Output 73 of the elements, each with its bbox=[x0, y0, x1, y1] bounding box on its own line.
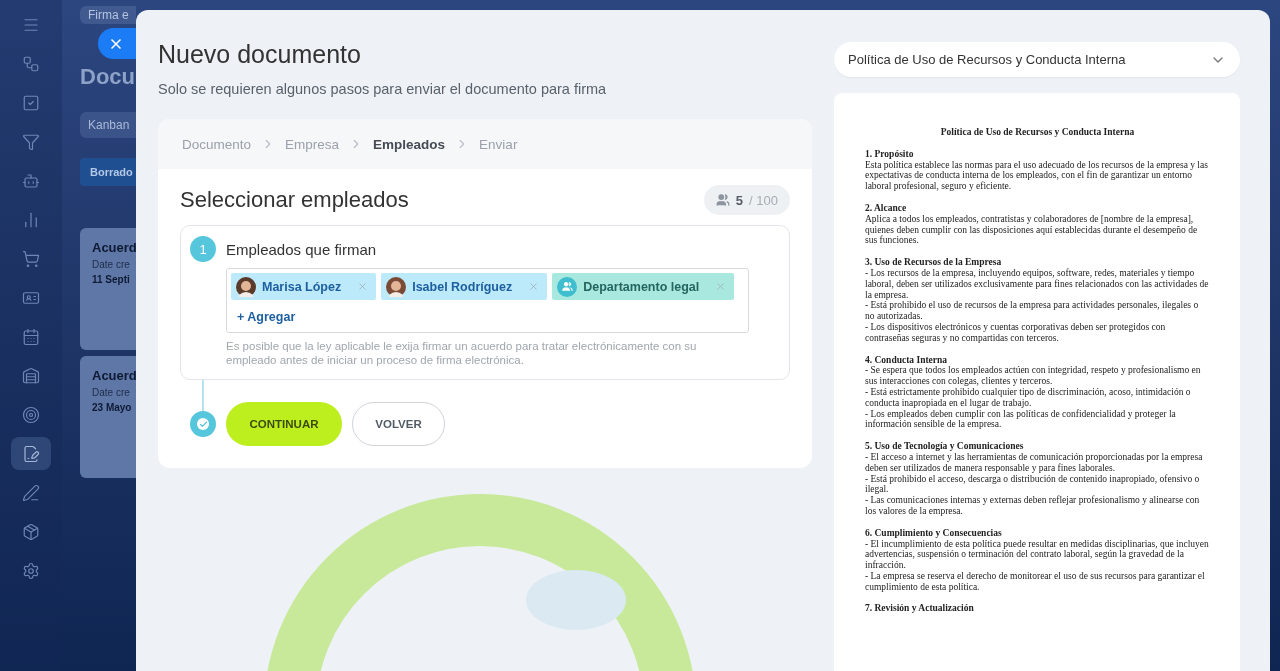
document-paragraph: - El acceso a internet y las herramientas de comunicación proporcionadas por la empresa deben ser utilizados de manera responsable y para fines laborales. bbox=[865, 451, 1204, 474]
signers-field[interactable]: Marisa López Isabel Rodríguez Departamento legal + Agregar bbox=[226, 268, 749, 333]
step-title: Empleados que firman bbox=[226, 241, 378, 258]
document-paragraph: - El incumplimiento de esta política puede resultar en medidas disciplinarias, que incluyen advertencias, suspensión o terminación del contrato laboral, según la gravedad de la infracción. bbox=[865, 538, 1210, 571]
breadcrumb-step[interactable]: Empleados bbox=[373, 136, 446, 152]
people-icon bbox=[715, 193, 730, 207]
search-field[interactable]: Firma e bbox=[80, 6, 136, 24]
document-paragraph: - Los dispositivos electrónicos y cuentas corporativas deben ser protegidos con contraseñas seguras y no compartidas con terceros. bbox=[865, 321, 1167, 344]
section-heading: 2. Alcance bbox=[865, 203, 908, 214]
document-title: Política de Uso de Recursos y Conducta Interna bbox=[939, 127, 1136, 138]
card-date: 11 Septi bbox=[92, 274, 131, 285]
document-paragraph: - Está prohibido el uso de recursos de la empresa para actividades personales, ilegales o no autorizadas. bbox=[865, 300, 1200, 322]
back-button[interactable]: VOLVER bbox=[352, 402, 445, 446]
signer-tag[interactable]: Departamento legal bbox=[552, 273, 735, 300]
section-heading: 5. Uso de Tecnología y Comunicaciones bbox=[865, 441, 1025, 452]
signer-name: Isabel Rodríguez bbox=[412, 279, 513, 294]
section-heading: 4. Conducta Interna bbox=[865, 354, 949, 366]
continue-button[interactable]: CONTINUAR bbox=[226, 402, 342, 446]
group-icon bbox=[557, 276, 578, 297]
warehouse-icon bbox=[22, 366, 40, 385]
document-paragraph: Aplica a todos los empleados, contratistas y colaboradores de [nombre de la empresa], quienes deben cumplir con las disposiciones aquí establecidas durante el desempeño de sus funciones. bbox=[865, 213, 1199, 247]
document-paragraph: Esta política establece las normas para el uso adecuado de los recursos de la empresa y las expectativas de conducta interna de los empleados, con el fin de garantizar un entorno laboral profesional, seguro y eficiente. bbox=[865, 159, 1209, 192]
page-title: Docu bbox=[80, 64, 136, 90]
panel-title: Nuevo documento bbox=[158, 40, 362, 69]
view-tab[interactable]: Kanban bbox=[80, 112, 136, 138]
document-paragraph: - Las comunicaciones internas y externas deben reflejar profesionalismo y alinearse con los valores de la empresa. bbox=[865, 495, 1201, 517]
nodes-icon bbox=[22, 54, 40, 73]
box-icon bbox=[22, 522, 40, 541]
step-number: 1 bbox=[190, 236, 216, 262]
card-label: Date cre bbox=[92, 387, 131, 398]
card-title: Acuerd bbox=[92, 240, 136, 255]
close-button[interactable] bbox=[98, 28, 136, 59]
kanban-card[interactable]: Acuerd Date cre 11 Septi bbox=[80, 228, 136, 350]
signer-tag[interactable]: Isabel Rodríguez bbox=[381, 273, 548, 300]
cart-icon bbox=[22, 249, 40, 268]
card-title: Acuerd bbox=[92, 368, 136, 383]
checkbox-icon bbox=[22, 93, 40, 112]
signer-name: Departamento legal bbox=[583, 279, 700, 294]
add-link[interactable]: + Agregar bbox=[231, 310, 744, 324]
avatar-icon bbox=[386, 276, 407, 297]
pencil-icon bbox=[22, 483, 40, 502]
target-icon bbox=[22, 405, 40, 424]
document-paragraph: - La empresa se reserva el derecho de monitorear el uso de sus recursos para garantizar el cumplimiento de esta política. bbox=[865, 570, 1206, 593]
count-limit: / 100 bbox=[749, 192, 778, 208]
check-circle-icon bbox=[190, 411, 216, 437]
panel-subtitle: Solo se requieren algunos pasos para enviar el documento para firma bbox=[158, 81, 608, 97]
signer-name: Marisa López bbox=[262, 279, 342, 294]
section-heading: 1. Propósito bbox=[865, 148, 915, 160]
avatar-icon bbox=[236, 276, 256, 297]
section-heading: 6. Cumplimiento y Consecuencias bbox=[865, 527, 1003, 539]
document-paragraph: - Está estrictamente prohibido cualquier tipo de discriminación, acoso, intimidación o conducta inapropiada en el lugar de trabajo. bbox=[865, 386, 1192, 409]
section-heading: 7. Revisión y Actualización bbox=[865, 603, 975, 615]
card-date: 23 Mayo bbox=[92, 402, 133, 413]
filter-icon bbox=[22, 132, 40, 151]
hint-text: Es posible que la ley aplicable le exija firmar un acuerdo para tratar electrónicamente con su empleado antes de iniciar un proceso de firma electrónica. bbox=[226, 339, 698, 367]
bar-chart-icon bbox=[22, 210, 40, 229]
document-paragraph: - Los recursos de la empresa, incluyendo equipos, software, redes, materiales y tiempo laboral, deben ser utilizados exclusivamente para fines relacionados con las actividades de la empresa. bbox=[865, 267, 1210, 301]
settings-icon bbox=[22, 561, 40, 580]
robot-icon bbox=[22, 171, 40, 190]
document-paragraph: - Está prohibido el acceso, descarga o distribución de contenido inapropiado, ofensivo o ilegal. bbox=[865, 473, 1201, 495]
section-heading: 3. Uso de Recursos de la Empresa bbox=[865, 257, 1003, 268]
column-header: Borrado bbox=[80, 158, 136, 186]
document-paragraph: - Los empleados deben cumplir con las políticas de confidencialidad y proteger la información sensible de la empresa. bbox=[865, 408, 1177, 431]
template-select[interactable]: Política de Uso de Recursos y Conducta Interna bbox=[834, 42, 1240, 77]
count-current: 5 bbox=[735, 192, 744, 208]
card-label: Date cre bbox=[92, 259, 131, 270]
kanban-card[interactable]: Acuerd Date cre 23 Mayo bbox=[80, 356, 136, 478]
calendar-icon bbox=[22, 327, 40, 346]
signer-tag[interactable]: Marisa López bbox=[231, 273, 377, 300]
document-pen-icon bbox=[22, 444, 40, 463]
section-title: Seleccionar empleados bbox=[180, 187, 409, 213]
document-paragraph: - Se espera que todos los empleados actúen con integridad, respeto y profesionalismo en sus interacciones con colegas, clientes y terceros. bbox=[865, 365, 1202, 387]
sidebar-item[interactable] bbox=[11, 437, 51, 470]
